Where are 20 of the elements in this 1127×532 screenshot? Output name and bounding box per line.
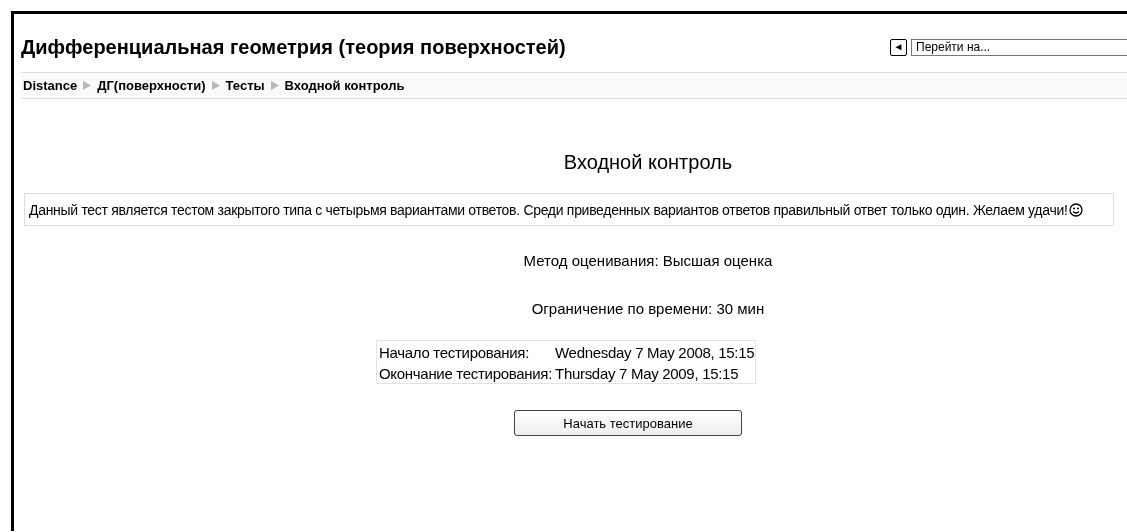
smiley-icon — [1068, 203, 1083, 217]
breadcrumb-link[interactable]: ДГ(поверхности) — [97, 78, 206, 93]
time-limit: Ограничение по времени: 30 мин — [530, 300, 766, 317]
breadcrumb-link[interactable]: Тесты — [225, 78, 265, 93]
grading-method: Метод оценивания: Высшая оценка — [522, 252, 774, 269]
date-value: Wednesday 7 May 2008, 15:15 — [553, 340, 756, 362]
intro-text: Данный тест является тестом закрытого типа с четырьмя вариантами ответов. Среди приведенных вариантов ответов правильный ответ только один. Желаем удачи! — [29, 202, 1083, 218]
quiz-heading: Входной контроль — [562, 151, 734, 174]
date-value: Thursday 7 May 2009, 15:15 — [553, 362, 756, 384]
separator-icon — [270, 81, 279, 90]
separator-icon — [83, 81, 92, 90]
breadcrumb-link[interactable]: Distance — [23, 78, 78, 93]
breadcrumb-current-page: Входной контроль — [284, 78, 405, 93]
date-label: Начало тестирования: — [376, 340, 554, 362]
date-label: Окончание тестирования: — [376, 362, 554, 384]
previous-button[interactable]: ◄ — [890, 38, 907, 56]
course-title: Дифференциальная геометрия (теория поверхностей) — [21, 34, 567, 59]
separator-icon — [211, 81, 220, 90]
jump-to-field[interactable]: Перейти на... — [911, 38, 1127, 56]
start-button[interactable]: Начать тестирование — [514, 410, 742, 436]
